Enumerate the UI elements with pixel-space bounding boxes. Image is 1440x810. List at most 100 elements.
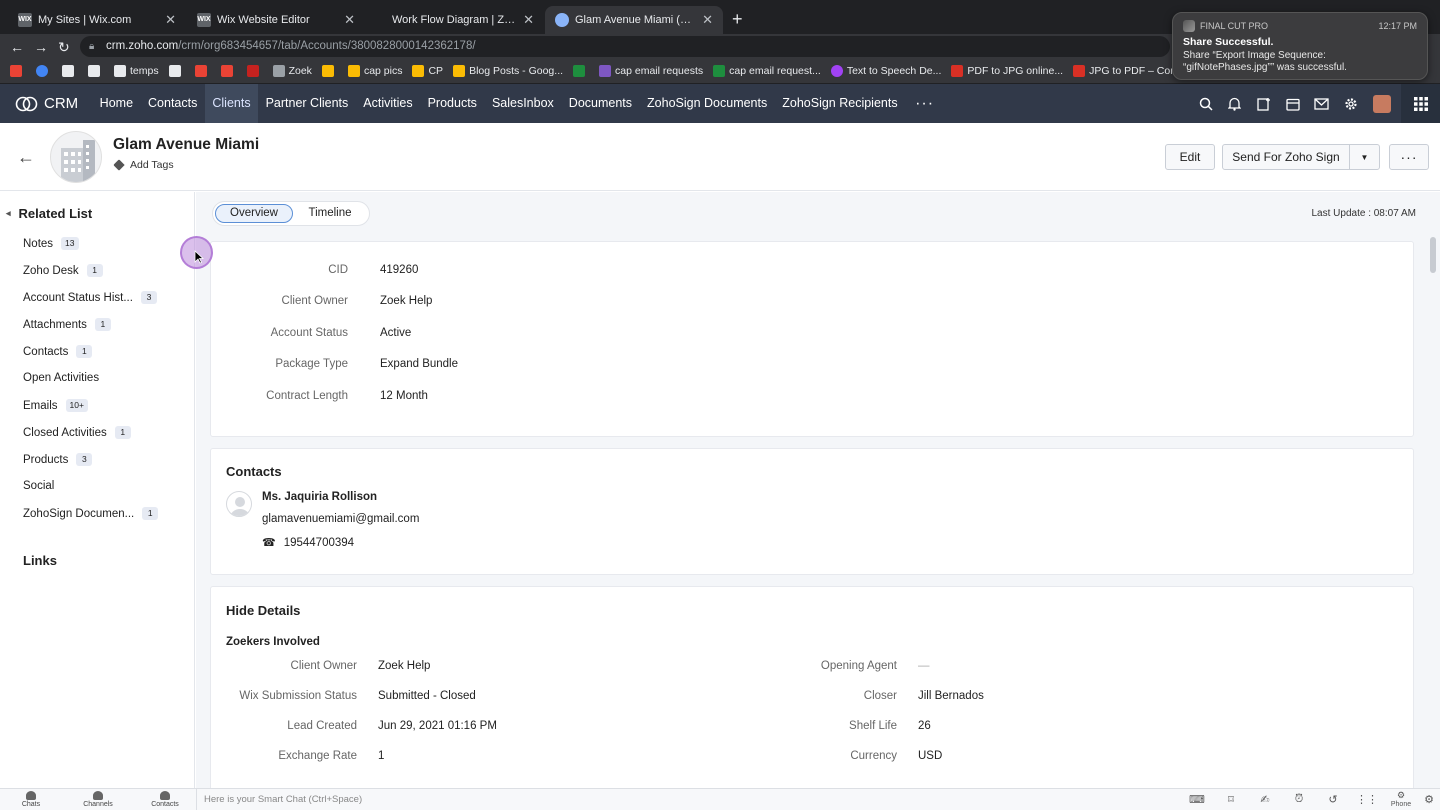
field-value[interactable]: 1 [378, 750, 384, 762]
back-arrow-icon[interactable]: ← [10, 39, 24, 55]
contact-email[interactable]: glamavenuemiami@gmail.com [262, 513, 419, 525]
new-tab-icon[interactable]: + [732, 9, 743, 30]
bookmark-icon[interactable] [168, 65, 185, 77]
bookmark-icon[interactable] [36, 65, 52, 77]
contacts-button[interactable]: Contacts [145, 791, 185, 808]
gmail-bookmark-icon[interactable] [10, 65, 26, 77]
nav-zohosign-recipients[interactable]: ZohoSign Recipients [775, 84, 905, 123]
calendar-icon[interactable] [1278, 97, 1307, 111]
hide-details-toggle[interactable]: Hide Details [226, 603, 300, 618]
reload-icon[interactable]: ↻ [58, 39, 70, 56]
back-arrow-icon[interactable]: ← [17, 147, 35, 168]
browser-tab-active[interactable]: Glam Avenue Miami (Client) - Z ✕ [545, 6, 723, 34]
sidebar-item-products[interactable]: Products 3 [23, 453, 93, 466]
browser-tab[interactable]: WIX Wix Website Editor ✕ [187, 6, 365, 34]
sidebar-item-zoho-desk[interactable]: Zoho Desk 1 [23, 264, 103, 277]
nav-products[interactable]: Products [420, 84, 484, 123]
field-value[interactable]: Jill Bernados [918, 690, 984, 702]
bookmark-cap-pics[interactable]: cap pics [347, 65, 402, 77]
browser-tab[interactable]: Work Flow Diagram | Zoek Wor ✕ [366, 6, 544, 34]
tab-close-icon[interactable]: ✕ [338, 12, 355, 28]
settings-icon[interactable]: ⚙ [1418, 793, 1440, 806]
bookmark-jpg-to-pdf[interactable]: JPG to PDF – Con... [1073, 65, 1185, 77]
smart-chat-input[interactable]: Here is your Smart Chat (Ctrl+Space) [196, 789, 1181, 810]
signature-icon[interactable]: ✍︎ [1248, 793, 1282, 806]
nav-documents[interactable]: Documents [561, 84, 639, 123]
bookmark-icon[interactable] [220, 65, 237, 77]
nav-partner-clients[interactable]: Partner Clients [258, 84, 356, 123]
sheets-bookmark-icon[interactable] [573, 65, 589, 77]
mail-icon[interactable] [1307, 97, 1336, 110]
add-record-icon[interactable] [1249, 97, 1278, 111]
sidebar-item-emails[interactable]: Emails 10+ [23, 399, 88, 412]
bell-icon[interactable] [1220, 97, 1249, 111]
history-icon[interactable]: ↺ [1316, 793, 1350, 806]
channels-button[interactable]: Channels [78, 791, 118, 808]
contact-name[interactable]: Ms. Jaquiria Rollison [262, 491, 377, 503]
apps-grid-icon[interactable]: ⋮⋮ [1350, 793, 1384, 806]
bookmark-icon[interactable] [246, 65, 263, 77]
sidebar-item-open-activities[interactable]: Open Activities [23, 372, 99, 384]
bookmark-text-to-speech[interactable]: Text to Speech De... [830, 65, 941, 77]
field-value[interactable]: Active [380, 327, 411, 339]
field-value[interactable]: 12 Month [380, 390, 428, 402]
sidebar-item-notes[interactable]: Notes 13 [23, 237, 79, 250]
nav-activities[interactable]: Activities [356, 84, 420, 123]
bookmark-cp[interactable]: CP [412, 65, 443, 77]
sidebar-item-attachments[interactable]: Attachments 1 [23, 318, 111, 331]
field-value[interactable]: Zoek Help [380, 295, 432, 307]
field-value[interactable]: Zoek Help [378, 660, 430, 672]
add-tags-link[interactable]: Add Tags [113, 159, 174, 171]
field-value[interactable]: USD [918, 750, 942, 762]
browser-tab[interactable]: WIX My Sites | Wix.com ✕ [8, 6, 186, 34]
field-value[interactable]: Expand Bundle [380, 358, 458, 370]
bookmark-temps[interactable]: temps [114, 65, 159, 77]
wix-bookmark-icon[interactable] [88, 65, 104, 77]
send-for-zoho-sign-button[interactable]: Send For Zoho Sign [1222, 144, 1350, 170]
sidebar-item-account-status-history[interactable]: Account Status Hist... 3 [23, 291, 157, 304]
url-field[interactable]: 🔒︎ crm.zoho.com/crm/org683454657/tab/Acc… [80, 36, 1170, 57]
nav-home[interactable]: Home [92, 84, 140, 123]
bookmark-folder-zoek[interactable]: Zoek [272, 65, 312, 77]
search-bookmark-icon[interactable] [62, 65, 78, 77]
field-value[interactable]: — [918, 660, 930, 672]
tab-close-icon[interactable]: ✕ [517, 12, 534, 28]
field-value[interactable]: 419260 [380, 264, 418, 276]
page-scrollbar[interactable] [1430, 237, 1436, 273]
send-dropdown-chevron-down-icon[interactable]: ▼ [1349, 144, 1380, 170]
nav-more-icon[interactable]: ··· [915, 95, 934, 113]
chats-button[interactable]: Chats [11, 791, 51, 808]
field-value[interactable]: 26 [918, 720, 931, 732]
bookmark-cap-email-requests[interactable]: cap email requests [599, 65, 703, 77]
tab-close-icon[interactable]: ✕ [696, 12, 713, 28]
bookmark-icon[interactable]: ⌑ [1214, 793, 1248, 806]
forward-arrow-icon[interactable]: → [34, 39, 48, 55]
sidebar-item-social[interactable]: Social [23, 480, 54, 492]
collapse-sidebar-icon[interactable]: ◂ [6, 208, 11, 219]
bookmark-cap-email-request-2[interactable]: cap email request... [713, 65, 821, 77]
tab-timeline[interactable]: Timeline [297, 204, 363, 223]
field-value[interactable]: Submitted - Closed [378, 690, 476, 702]
nav-clients[interactable]: Clients [204, 84, 259, 123]
apps-grid-icon[interactable] [1401, 84, 1440, 123]
alarm-clock-icon[interactable]: ⏰︎ [1282, 793, 1316, 806]
edit-button[interactable]: Edit [1165, 144, 1215, 170]
bookmark-pdf-to-jpg[interactable]: PDF to JPG online... [951, 65, 1063, 77]
tab-close-icon[interactable]: ✕ [159, 12, 176, 28]
drive-bookmark-icon[interactable] [321, 65, 338, 77]
bookmark-blog-posts[interactable]: Blog Posts - Goog... [453, 65, 563, 77]
more-actions-button[interactable]: ··· [1389, 144, 1429, 170]
gear-icon[interactable] [1336, 97, 1365, 111]
sidebar-item-closed-activities[interactable]: Closed Activities 1 [23, 426, 131, 439]
tab-overview[interactable]: Overview [215, 204, 293, 223]
avatar[interactable] [1373, 94, 1391, 113]
nav-contacts[interactable]: Contacts [141, 84, 205, 123]
nav-salesinbox[interactable]: SalesInbox [484, 84, 561, 123]
bookmark-icon[interactable] [194, 65, 211, 77]
field-value[interactable]: Jun 29, 2021 01:16 PM [378, 720, 497, 732]
contact-phone-row[interactable]: ☎ 19544700394 [262, 536, 354, 549]
gamepad-icon[interactable]: ⌨︎ [1180, 793, 1214, 806]
crm-logo[interactable]: CRM [15, 95, 78, 112]
system-notification[interactable]: FINAL CUT PRO 12:17 PM Share Successful.… [1172, 12, 1428, 80]
sidebar-item-contacts[interactable]: Contacts 1 [23, 345, 93, 358]
